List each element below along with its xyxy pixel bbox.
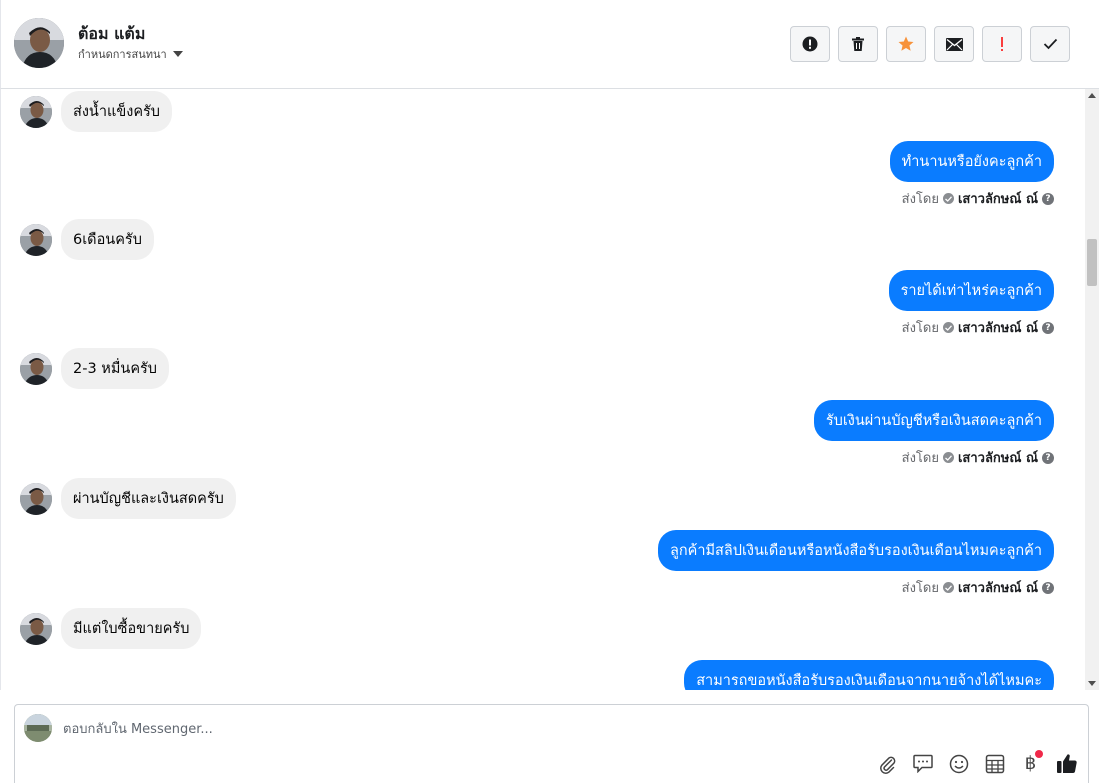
message-meta: ส่งโดย เสาวลักษณ์ ณ์ ? [902, 188, 1054, 209]
checkmark-icon [1043, 38, 1057, 50]
table-grid-icon [985, 754, 1004, 773]
message-bubble[interactable]: รับเงินผ่านบัญชีหรือเงินสดคะลูกค้า [813, 400, 1054, 441]
incoming-message: 6เดือนครับ [20, 219, 154, 260]
message-bubble[interactable]: มีแต่ใบซื้อขายครับ [61, 608, 202, 649]
sent-by-label: ส่งโดย [901, 192, 939, 207]
verified-check-icon [942, 582, 954, 593]
star-button[interactable] [886, 26, 926, 62]
message-bubble[interactable]: ผ่านบัญชีและเงินสดครับ [61, 478, 236, 519]
smiley-icon [949, 754, 968, 773]
contact-name: ต้อม แต้ม [78, 24, 146, 43]
mark-spam-button[interactable] [790, 26, 830, 62]
delete-button[interactable] [838, 26, 878, 62]
message-meta: ส่งโดย เสาวลักษณ์ ณ์ ? [902, 577, 1054, 598]
composer-toolbar: ฿ [875, 750, 1078, 775]
saved-replies-button[interactable] [911, 752, 934, 775]
message-bubble[interactable]: ลูกค้ามีสลิปเงินเดือนหรือหนังสือรับรองเง… [657, 530, 1054, 571]
help-icon[interactable]: ? [1042, 451, 1054, 464]
contact-avatar-small [20, 482, 52, 515]
outgoing-message: ลูกค้ามีสลิปเงินเดือนหรือหนังสือรับรองเง… [657, 530, 1054, 598]
message-thread: ส่งน้ำแข็งครับ ทำนานหรือยังคะลูกค้า ส่งโ… [0, 89, 1085, 690]
help-icon[interactable]: ? [1042, 192, 1054, 205]
reply-input[interactable] [63, 719, 763, 739]
contact-avatar-small [20, 95, 52, 128]
star-icon [898, 36, 914, 51]
mark-unread-button[interactable] [934, 26, 974, 62]
verified-check-icon [942, 193, 954, 204]
caret-down-icon [172, 51, 183, 57]
incoming-message: ส่งน้ำแข็งครับ [20, 91, 173, 132]
scroll-down-arrow-icon[interactable] [1088, 681, 1096, 686]
outgoing-message: รับเงินผ่านบัญชีหรือเงินสดคะลูกค้า ส่งโด… [813, 400, 1054, 468]
chat-bubble-icon [912, 754, 933, 773]
alert-circle-icon [802, 36, 818, 52]
outgoing-message: ทำนานหรือยังคะลูกค้า ส่งโดย เสาวลักษณ์ ณ… [889, 141, 1054, 209]
trash-icon [852, 37, 864, 51]
sent-by-label: ส่งโดย [901, 581, 939, 596]
incoming-message: ผ่านบัญชีและเงินสดครับ [20, 478, 236, 519]
thread-scrollbar[interactable] [1085, 89, 1099, 690]
baht-icon: ฿ [1024, 753, 1037, 774]
sender-name: เสาวลักษณ์ ณ์ [957, 581, 1038, 596]
mark-important-button[interactable] [982, 26, 1022, 62]
emoji-button[interactable] [947, 752, 970, 775]
mark-done-button[interactable] [1030, 26, 1070, 62]
message-bubble[interactable]: สามารถขอหนังสือรับรองเงินเดือนจากนายจ้าง… [684, 660, 1054, 690]
message-composer: ฿ [14, 704, 1089, 783]
message-bubble[interactable]: 2-3 หมื่นครับ [61, 348, 170, 389]
contact-avatar-small [20, 612, 52, 645]
outgoing-message: สามารถขอหนังสือรับรองเงินเดือนจากนายจ้าง… [684, 660, 1054, 690]
conversation-options-label: กำหนดการสนทนา [78, 48, 167, 61]
message-bubble[interactable]: รายได้เท่าไหร่คะลูกค้า [888, 270, 1054, 311]
message-bubble[interactable]: ทำนานหรือยังคะลูกค้า [889, 141, 1054, 182]
contact-avatar[interactable] [14, 18, 64, 68]
outgoing-message: รายได้เท่าไหร่คะลูกค้า ส่งโดย เสาวลักษณ์… [888, 270, 1054, 338]
incoming-message: 2-3 หมื่นครับ [20, 348, 170, 389]
attach-button[interactable] [875, 752, 898, 775]
sender-name: เสาวลักษณ์ ณ์ [957, 321, 1038, 336]
incoming-message: มีแต่ใบซื้อขายครับ [20, 608, 202, 649]
sent-by-label: ส่งโดย [901, 451, 939, 466]
notification-dot [1035, 750, 1043, 758]
help-icon[interactable]: ? [1042, 321, 1054, 334]
conversation-header: ต้อม แต้ม กำหนดการสนทนา [0, 0, 1099, 89]
message-bubble[interactable]: 6เดือนครับ [61, 219, 154, 260]
verified-check-icon [942, 322, 954, 333]
sent-by-label: ส่งโดย [901, 321, 939, 336]
sender-name: เสาวลักษณ์ ณ์ [957, 451, 1038, 466]
page-avatar [24, 714, 52, 742]
scroll-up-arrow-icon[interactable] [1088, 93, 1096, 98]
paperclip-icon [879, 756, 895, 774]
payment-button[interactable]: ฿ [1019, 750, 1043, 775]
contact-avatar-small [20, 223, 52, 256]
message-meta: ส่งโดย เสาวลักษณ์ ณ์ ? [902, 447, 1054, 468]
sender-name: เสาวลักษณ์ ณ์ [957, 192, 1038, 207]
message-meta: ส่งโดย เสาวลักษณ์ ณ์ ? [902, 317, 1054, 338]
thumbs-up-icon [1056, 754, 1077, 773]
help-icon[interactable]: ? [1042, 581, 1054, 594]
contact-avatar-small [20, 352, 52, 385]
exclamation-icon [1001, 37, 1003, 51]
conversation-options-dropdown[interactable]: กำหนดการสนทนา [78, 45, 183, 63]
scrollbar-thumb[interactable] [1087, 239, 1097, 286]
verified-check-icon [942, 452, 954, 463]
message-bubble[interactable]: ส่งน้ำแข็งครับ [61, 91, 173, 132]
appointment-button[interactable] [983, 752, 1006, 775]
like-button[interactable] [1055, 752, 1078, 775]
conversation-actions [790, 26, 1070, 62]
envelope-icon [945, 37, 963, 51]
